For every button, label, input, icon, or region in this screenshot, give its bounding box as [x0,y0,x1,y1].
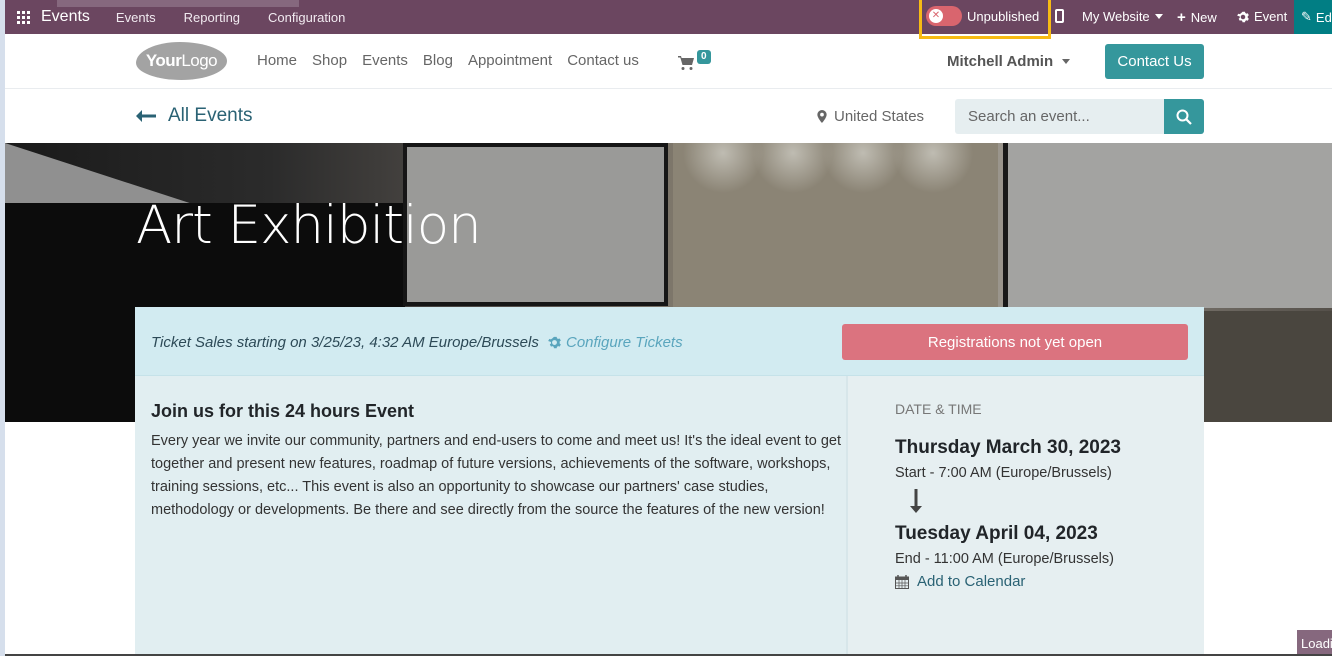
search-icon [1176,109,1192,125]
configure-tickets-label: Configure Tickets [566,334,683,351]
nav-home[interactable]: Home [257,52,297,69]
search-button[interactable] [1164,99,1204,134]
cart-icon [678,56,694,70]
cover-photo-wall [673,143,998,308]
date-time-panel: Date & Time Thursday March 30, 2023 Star… [846,376,1204,656]
end-date: Tuesday April 04, 2023 [895,523,1098,544]
event-search [955,99,1204,134]
gear-icon [1237,11,1249,22]
user-menu[interactable]: Mitchell Admin [947,53,1071,70]
description-title: Join us for this 24 hours Event [151,401,415,421]
window-edge [0,0,5,656]
events-subheader: All Events United States [5,89,1332,143]
nav-blog[interactable]: Blog [423,52,453,69]
event-card: Ticket Sales starting on 3/25/23, 4:32 A… [135,307,1204,656]
logo-bold-text: Your [145,51,182,70]
website-selector[interactable]: My Website [1082,9,1163,24]
tab-shadow [57,0,299,7]
location-label: United States [834,108,925,125]
website-header: Your Logo Home Shop Events Blog Appointme… [5,34,1332,89]
publish-toggle[interactable]: ✕ Unpublished [926,5,1039,27]
cart-link[interactable]: 0 [678,50,711,70]
search-input[interactable] [955,99,1164,134]
website-selector-label: My Website [1082,9,1150,24]
loading-indicator: Loading [1297,630,1332,656]
app-name[interactable]: Events [41,8,90,26]
location-filter[interactable]: United States [817,108,924,125]
add-to-calendar-link[interactable]: Add to Calendar [895,573,1204,590]
registration-status-button[interactable]: Registrations not yet open [842,324,1188,360]
start-date: Thursday March 30, 2023 [895,437,1121,458]
nav-contact-us[interactable]: Contact us [567,52,639,69]
start-time: Start - 7:00 AM (Europe/Brussels) [895,465,1112,481]
gear-icon [548,336,561,349]
mobile-preview-icon[interactable] [1055,9,1064,23]
edit-button[interactable]: ✎ Edit [1294,0,1332,34]
add-to-calendar-label: Add to Calendar [917,573,1026,590]
new-label: New [1190,10,1217,25]
cart-count-badge: 0 [697,50,711,64]
event-title: Art Exhibition [136,195,482,256]
admin-menu-events[interactable]: Events [116,10,156,25]
arrow-left-icon [136,110,156,122]
configure-tickets-link[interactable]: Configure Tickets [548,334,683,351]
contact-us-button[interactable]: Contact Us [1105,44,1204,79]
all-events-link[interactable]: All Events [136,105,252,127]
all-events-label: All Events [168,105,253,126]
cover-photo-lower-right [1204,311,1332,422]
close-circle-icon: ✕ [929,9,943,23]
user-name: Mitchell Admin [947,53,1054,70]
nav-shop[interactable]: Shop [312,52,347,69]
event-description: Join us for this 24 hours Event Every ye… [135,376,846,656]
apps-menu-icon[interactable] [17,10,30,24]
caret-down-icon [1062,59,1071,64]
caret-down-icon [1154,14,1163,19]
end-time: End - 11:00 AM (Europe/Brussels) [895,551,1114,567]
event-settings-button[interactable]: Event [1237,9,1287,24]
cover-photo-screen-right [1003,143,1332,308]
date-time-heading: Date & Time [895,401,982,417]
toggle-switch[interactable]: ✕ [926,6,962,26]
description-body: Every year we invite our community, part… [151,433,841,518]
nav-appointment[interactable]: Appointment [468,52,552,69]
new-button[interactable]: + New [1177,9,1217,26]
ticket-sales-info: Ticket Sales starting on 3/25/23, 4:32 A… [151,334,539,351]
site-logo[interactable]: Your Logo [136,42,227,80]
plus-icon: + [1177,9,1186,26]
arrow-down-icon [910,489,922,513]
publish-status-label: Unpublished [967,8,1040,24]
admin-menu: Events Reporting Configuration [116,10,373,25]
pencil-icon: ✎ [1301,9,1312,24]
admin-menu-reporting[interactable]: Reporting [184,10,240,25]
logo-light-text: Logo [181,51,218,70]
ticket-bar: Ticket Sales starting on 3/25/23, 4:32 A… [135,307,1204,376]
nav-events[interactable]: Events [362,52,408,69]
admin-menu-configuration[interactable]: Configuration [268,10,345,25]
map-marker-icon [817,110,827,123]
main-nav: Home Shop Events Blog Appointment Contac… [257,52,654,69]
edit-label: Edit [1315,9,1332,25]
event-label: Event [1254,9,1288,24]
calendar-icon [895,574,909,589]
